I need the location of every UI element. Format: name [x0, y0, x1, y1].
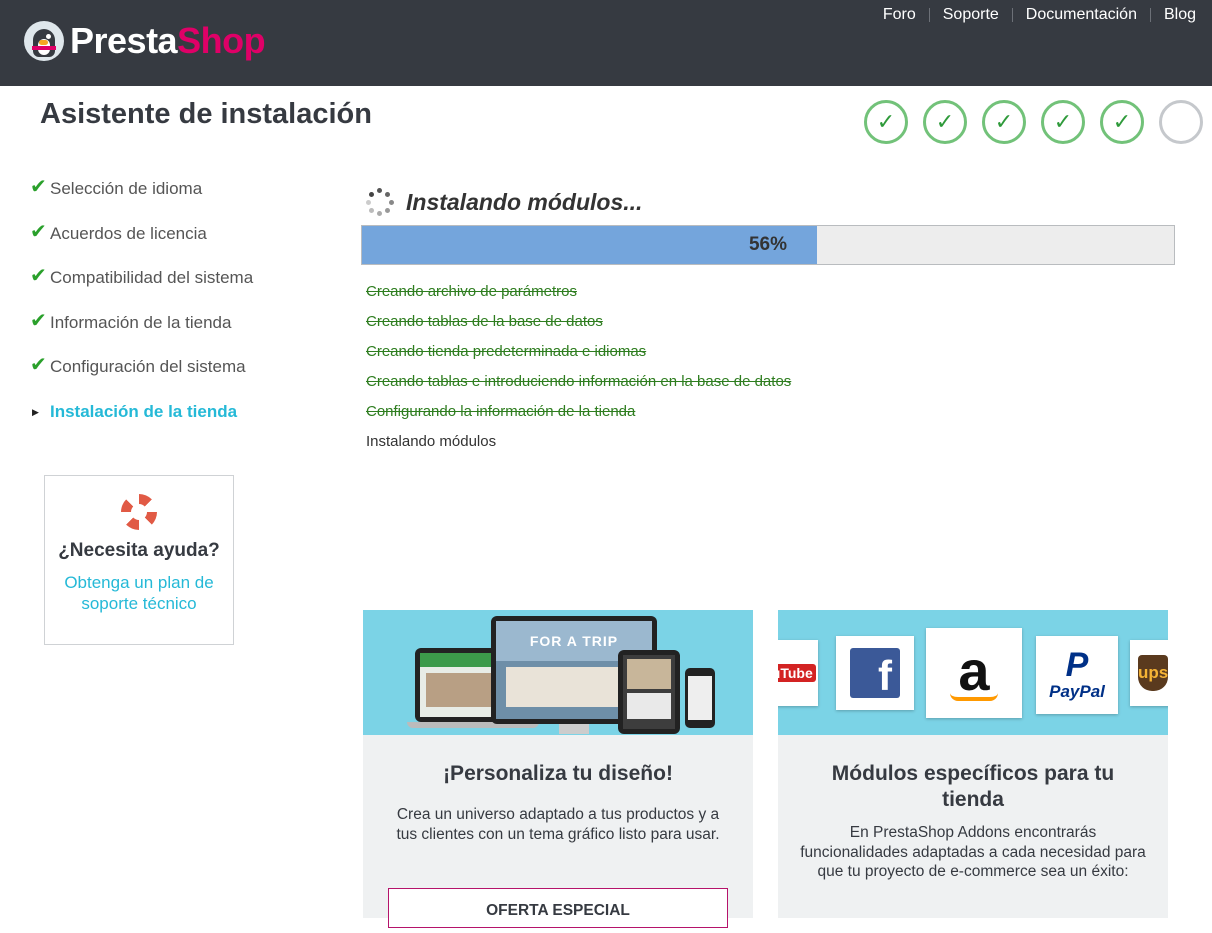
install-title: Instalando módulos...	[406, 188, 643, 215]
ups-logo: ups	[1130, 640, 1168, 706]
sidebar-step-label: Información de la tienda	[50, 312, 232, 332]
sidebar-steps: ✔ Selección de idioma ✔ Acuerdos de licenc…	[30, 176, 253, 443]
lifebuoy-icon	[121, 494, 157, 530]
youtube-logo: ouTube	[778, 640, 818, 706]
nav-link-blog[interactable]: Blog	[1164, 6, 1196, 24]
sidebar-step-idioma: ✔ Selección de idioma	[30, 176, 253, 221]
sidebar-step-configuracion: ✔ Configuración del sistema	[30, 354, 253, 399]
partner-logos-banner: ouTube f a P PayPal ups	[778, 610, 1168, 735]
sidebar-step-label: Configuración del sistema	[50, 357, 246, 376]
step-complete-check-icon: ✓	[982, 100, 1026, 144]
card-title: ¡Personaliza tu diseño!	[443, 762, 673, 785]
task-item-done: Creando tablas de la base de datos	[366, 313, 603, 330]
promo-card-themes: FOR A TRIP ¡Personaliza tu diseño! Crea …	[363, 610, 753, 928]
checkmark-icon: ✔	[30, 354, 47, 376]
promo-card-modules: ouTube f a P PayPal ups Módulos específi…	[778, 610, 1168, 918]
sidebar-step-label: Acuerdos de licencia	[50, 223, 207, 243]
task-item-done: Creando tablas e introduciendo informaci…	[366, 373, 792, 390]
prestashop-logo[interactable]: PrestaShop	[24, 20, 266, 62]
step-complete-check-icon: ✓	[1100, 100, 1144, 144]
nav-divider	[1149, 8, 1151, 22]
task-item-done: Configurando la información de la tienda	[366, 403, 636, 420]
checkmark-icon: ✔	[30, 309, 47, 332]
nav-divider	[1011, 8, 1013, 22]
install-task-list: Creando archivo de parámetros Creando ta…	[366, 282, 791, 462]
paypal-logo: P PayPal	[1036, 636, 1118, 714]
nav-link-documentacion[interactable]: Documentación	[1026, 6, 1137, 24]
sidebar-step-instalacion: ▶ Instalación de la tienda	[30, 399, 253, 444]
task-item-active: Instalando módulos	[366, 433, 497, 450]
sidebar-step-label: Compatibilidad del sistema	[50, 268, 254, 287]
sidebar-step-label-current: Instalación de la tienda	[50, 401, 238, 421]
task-item-done: Creando tienda predeterminada e idiomas	[366, 343, 647, 360]
themes-banner-image: FOR A TRIP	[363, 610, 753, 735]
checkmark-icon: ✔	[30, 176, 47, 198]
install-heading: Instalando módulos...	[366, 188, 642, 216]
sidebar-step-informacion: ✔ Información de la tienda	[30, 310, 253, 355]
phone-illustration	[685, 668, 715, 728]
card-title: Módulos específicos para tu tienda	[831, 762, 1115, 811]
nav-link-soporte[interactable]: Soporte	[943, 6, 999, 24]
loading-spinner-icon	[366, 188, 394, 216]
progress-bar: 56%	[361, 225, 1175, 265]
sidebar-step-compatibilidad: ✔ Compatibilidad del sistema	[30, 265, 253, 310]
help-title: ¿Necesita ayuda?	[58, 540, 220, 561]
nav-link-foro[interactable]: Foro	[883, 6, 916, 24]
page-title: Asistente de instalación	[40, 98, 372, 130]
progress-percent: 56%	[748, 234, 788, 255]
amazon-logo: a	[926, 628, 1022, 718]
step-complete-check-icon: ✓	[923, 100, 967, 144]
step-progress-indicator: ✓ ✓ ✓ ✓ ✓	[864, 100, 1203, 144]
step-pending-circle-icon	[1159, 100, 1203, 144]
support-plan-link[interactable]: Obtenga un plan de soporte técnico	[54, 572, 224, 614]
sidebar-step-licencia: ✔ Acuerdos de licencia	[30, 221, 253, 266]
tablet-illustration	[618, 650, 680, 734]
checkmark-icon: ✔	[30, 220, 47, 243]
step-complete-check-icon: ✓	[864, 100, 908, 144]
help-box: ¿Necesita ayuda? Obtenga un plan de sopo…	[44, 475, 234, 645]
top-nav: Foro Soporte Documentación Blog	[883, 6, 1196, 24]
special-offer-button[interactable]: OFERTA ESPECIAL	[388, 888, 728, 928]
card-description: Crea un universo adaptado a tus producto…	[396, 806, 720, 843]
caret-right-icon: ▶	[32, 406, 39, 417]
sidebar-step-label: Selección de idioma	[50, 179, 203, 198]
checkmark-icon: ✔	[30, 265, 47, 287]
puffin-logo-icon	[24, 21, 64, 61]
top-header: PrestaShop Foro Soporte Documentación Bl…	[0, 0, 1212, 86]
facebook-logo: f	[836, 636, 914, 710]
logo-wordmark: PrestaShop	[70, 20, 266, 61]
step-complete-check-icon: ✓	[1041, 100, 1085, 144]
task-item-done: Creando archivo de parámetros	[366, 283, 577, 300]
card-description: En PrestaShop Addons encontrarás funcion…	[800, 824, 1146, 880]
nav-divider	[928, 8, 930, 22]
